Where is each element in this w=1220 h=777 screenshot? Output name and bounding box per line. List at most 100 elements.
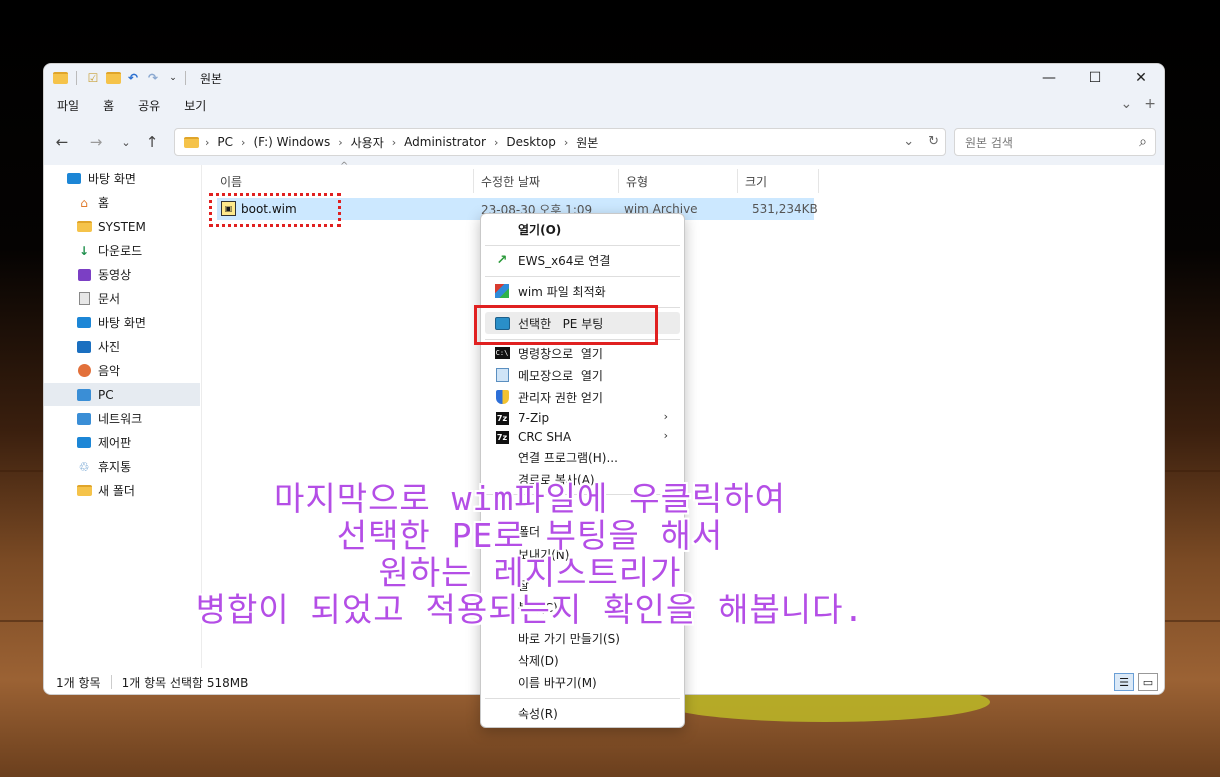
menu-item-label: 연결 프로그램(H)...	[518, 450, 618, 465]
breadcrumb-drive[interactable]: (F:) Windows	[253, 135, 330, 149]
details-view-icon[interactable]: ☰	[1114, 673, 1134, 691]
menu-item-wim-optimize[interactable]: wim 파일 최적화	[485, 280, 680, 302]
breadcrumb-administrator[interactable]: Administrator	[404, 135, 486, 149]
breadcrumb-pc[interactable]: PC	[217, 135, 233, 149]
menu-item-open-notepad[interactable]: 메모장으로 열기	[485, 364, 680, 386]
customize-toolbar-chevron-icon[interactable]: ⌄	[165, 70, 181, 86]
address-actions: ⌄ ↻	[903, 134, 939, 149]
command-prompt-icon: C:\	[494, 347, 510, 359]
search-icon[interactable]: ⌕	[1139, 134, 1147, 150]
menu-item-label: 바로 가기 만들기(S)	[518, 631, 620, 646]
menu-item-label: 관리자 권한 얻기	[518, 390, 603, 405]
column-header-name[interactable]: 이름	[214, 169, 474, 193]
title-separator	[185, 71, 186, 85]
menu-item-copy-path[interactable]: 경로로 복사(A)	[485, 468, 680, 490]
sidebar-item-pc[interactable]: PC	[44, 383, 200, 406]
address-bar[interactable]: › PC › (F:) Windows › 사용자 › Administrato…	[174, 128, 946, 156]
window-title: 원본	[200, 71, 223, 86]
selection-info: 1개 항목 선택함 518MB	[121, 675, 249, 690]
download-icon: ↓	[78, 243, 90, 258]
folder-icon	[183, 135, 199, 149]
menu-item-cut[interactable]: 잘	[485, 574, 680, 596]
chevron-down-icon[interactable]: ⌄	[1121, 96, 1133, 112]
up-arrow-icon[interactable]: ↑	[139, 133, 165, 151]
quick-access-toolbar: ☑ ↶ ↷ ⌄	[52, 70, 181, 86]
search-input[interactable]: 원본 검색	[965, 134, 1013, 151]
menu-item-label: 잘	[518, 578, 530, 593]
breadcrumb-separator-icon: ›	[391, 135, 397, 149]
toolbar-separator	[76, 71, 77, 85]
breadcrumb-separator-icon: ›	[205, 135, 210, 149]
menu-item-label: 보내기(N)	[518, 547, 570, 562]
menu-item-label: 복사(C)	[518, 600, 558, 615]
submenu-arrow-icon: ›	[663, 429, 668, 442]
menu-item-folder[interactable]: 폴더	[485, 520, 680, 542]
window-controls: — ☐ ✕	[1026, 64, 1164, 92]
column-header-date[interactable]: 수정한 날짜	[475, 169, 619, 193]
network-icon	[76, 412, 92, 426]
redo-icon[interactable]: ↷	[145, 70, 161, 86]
new-folder-icon[interactable]	[105, 70, 121, 86]
menu-item-send-to[interactable]: 보내기(N)	[485, 543, 680, 565]
pc-icon	[76, 388, 92, 402]
tab-view[interactable]: 보기	[184, 97, 206, 114]
menu-item-properties[interactable]: 속성(R)	[485, 702, 680, 724]
sidebar-item-label: 휴지통	[98, 460, 132, 474]
menu-item-delete[interactable]: 삭제(D)	[485, 649, 680, 671]
sidebar-item-label: 새 폴더	[98, 484, 135, 498]
sidebar-item-label: 제어판	[98, 436, 132, 450]
tab-file[interactable]: 파일	[57, 97, 79, 114]
menu-item-create-shortcut[interactable]: 바로 가기 만들기(S)	[485, 627, 680, 649]
maximize-button[interactable]: ☐	[1072, 64, 1118, 92]
menu-item-label: 폴더	[518, 524, 541, 539]
menu-item-copy[interactable]: 복사(C)	[485, 596, 680, 618]
sidebar-item-label: 홈	[98, 196, 110, 210]
breadcrumb-separator-icon: ›	[563, 135, 569, 149]
search-box[interactable]: 원본 검색 ⌕	[954, 128, 1156, 156]
column-header-size[interactable]: 크기	[739, 169, 819, 193]
menu-item-take-ownership[interactable]: 관리자 권한 얻기	[485, 386, 680, 408]
large-icons-view-icon[interactable]: ▭	[1138, 673, 1158, 691]
ribbon-tabs: 파일 홈 공유 보기 ⌄ +	[44, 92, 1164, 119]
7zip-icon: 7z	[495, 430, 509, 444]
address-history-chevron-icon[interactable]: ⌄	[903, 134, 914, 149]
column-header-type[interactable]: 유형	[620, 169, 738, 193]
file-size: 531,234KB	[752, 202, 818, 216]
menu-separator	[485, 698, 680, 699]
forward-arrow-icon[interactable]: →	[79, 133, 113, 151]
breadcrumb-separator-icon: ›	[241, 135, 246, 149]
wim-file-icon: ▣	[221, 201, 236, 216]
undo-icon[interactable]: ↶	[125, 70, 141, 86]
video-icon	[76, 268, 92, 282]
sidebar-item-label: 음악	[98, 364, 121, 378]
menu-item-ews-connect[interactable]: ↗ EWS_x64로 연결	[485, 249, 680, 271]
back-arrow-icon[interactable]: ←	[45, 133, 79, 151]
menu-item-open-with[interactable]: 연결 프로그램(H)...	[485, 446, 680, 468]
folder-icon	[52, 70, 68, 86]
minimize-button[interactable]: —	[1026, 64, 1072, 92]
breadcrumb-users[interactable]: 사용자	[351, 134, 384, 151]
sidebar-item-desktop-top[interactable]: 바탕 화면	[66, 167, 222, 190]
refresh-icon[interactable]: ↻	[928, 134, 939, 149]
tab-home[interactable]: 홈	[103, 97, 114, 114]
menu-separator	[485, 494, 680, 495]
breadcrumb-current[interactable]: 원본	[576, 134, 598, 151]
close-button[interactable]: ✕	[1118, 64, 1164, 92]
menu-separator	[485, 276, 680, 277]
menu-item-rename[interactable]: 이름 바꾸기(M)	[485, 671, 680, 693]
plus-icon[interactable]: +	[1144, 96, 1156, 112]
tab-share[interactable]: 공유	[138, 97, 160, 114]
recycle-bin-icon: ♲	[78, 459, 90, 474]
recent-locations-chevron-icon[interactable]: ⌄	[113, 136, 139, 149]
breadcrumb-desktop[interactable]: Desktop	[506, 135, 556, 149]
menu-item-open[interactable]: 열기(O)	[485, 218, 680, 240]
menu-item-label: 7-Zip	[518, 411, 550, 425]
menu-item-open-cmd[interactable]: C:\ 명령창으로 열기	[485, 342, 680, 364]
menu-separator	[485, 339, 680, 340]
menu-item-pe-boot[interactable]: 선택한 PE 부팅	[485, 312, 680, 334]
properties-icon[interactable]: ☑	[85, 70, 101, 86]
navigation-bar: ← → ⌄ ↑ › PC › (F:) Windows › 사용자 › Admi…	[44, 119, 1164, 165]
pe-boot-icon	[494, 315, 510, 331]
menu-item-crc-sha[interactable]: 7z CRC SHA ›	[485, 426, 680, 448]
menu-separator	[485, 307, 680, 308]
